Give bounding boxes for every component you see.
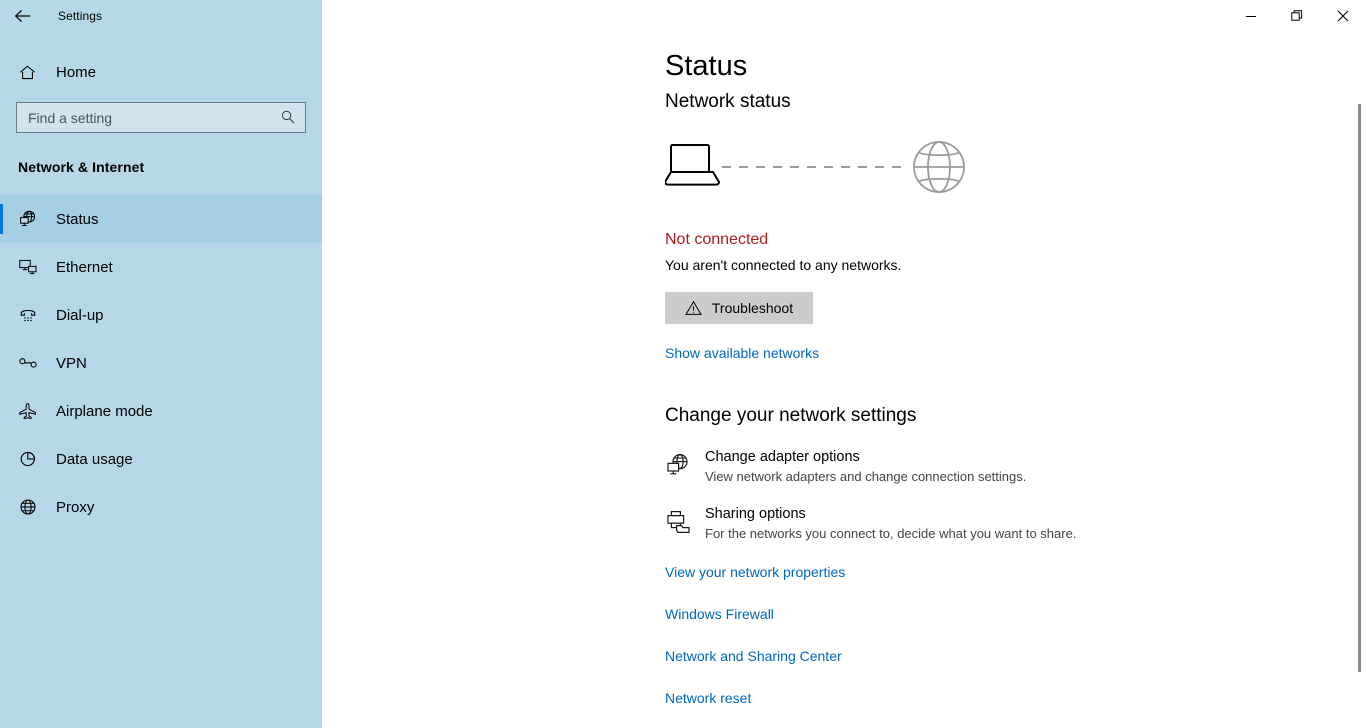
back-arrow-icon [14,9,30,23]
option-sharing-options[interactable]: Sharing options For the networks you con… [665,506,1366,541]
bottom-links: View your network properties Windows Fir… [665,564,1366,706]
content-inner: Status Network status Not connected You … [322,50,1366,706]
close-icon [1337,10,1349,22]
option-description: For the networks you connect to, decide … [705,526,1077,541]
globe-monitor-icon [18,209,44,229]
view-network-properties-link[interactable]: View your network properties [665,564,1366,580]
scrollbar-thumb[interactable] [1358,104,1361,672]
show-available-networks-link[interactable]: Show available networks [665,345,819,361]
sidebar-item-ethernet[interactable]: Ethernet [0,243,322,291]
search-icon[interactable] [280,109,296,130]
restore-icon [1291,10,1303,21]
ethernet-icon [18,257,44,277]
network-diagram [663,139,1366,201]
sidebar-label-dial-up: Dial-up [56,306,104,324]
sidebar-label-proxy: Proxy [56,498,95,516]
search-box[interactable] [16,102,306,133]
app-title: Settings [58,9,103,23]
sidebar-item-proxy[interactable]: Proxy [0,483,322,531]
sidebar-label-airplane-mode: Airplane mode [56,402,153,420]
sidebar-home-label: Home [56,63,97,81]
globe-icon [18,497,44,517]
laptop-icon [663,144,721,186]
close-button[interactable] [1320,0,1366,32]
back-button[interactable] [0,0,46,32]
search-container [0,92,322,133]
pie-chart-icon [18,449,44,469]
sidebar-label-data-usage: Data usage [56,450,133,468]
sidebar-nav: Status Ethernet Dial-up VPN Airplane mod… [0,195,322,531]
option-title: Sharing options [705,506,806,522]
home-icon [18,63,44,82]
page-title: Status [665,50,748,82]
connection-description: You aren't connected to any networks. [665,257,902,273]
option-title: Change adapter options [705,449,860,465]
sidebar-item-vpn[interactable]: VPN [0,339,322,387]
sidebar: Home Network & Internet [0,0,322,728]
minimize-button[interactable] [1228,0,1274,32]
sidebar-label-ethernet: Ethernet [56,258,113,276]
change-settings-heading: Change your network settings [665,405,917,426]
sidebar-item-home[interactable]: Home [0,52,322,92]
sidebar-category-title: Network & Internet [18,159,145,175]
option-change-adapter-options[interactable]: Change adapter options View network adap… [665,449,1366,484]
option-description: View network adapters and change connect… [705,469,1027,484]
sidebar-item-data-usage[interactable]: Data usage [0,435,322,483]
show-networks-row: Show available networks [665,345,1366,363]
network-status-heading: Network status [665,91,791,112]
minimize-icon [1246,16,1256,17]
sidebar-item-dial-up[interactable]: Dial-up [0,291,322,339]
option-text: Sharing options For the networks you con… [703,506,1076,541]
windows-firewall-link[interactable]: Windows Firewall [665,606,1366,622]
title-bar-left: Settings [0,0,322,32]
vpn-key-icon [18,353,44,373]
sidebar-item-airplane-mode[interactable]: Airplane mode [0,387,322,435]
connection-state: Not connected [665,231,769,248]
window-controls [322,0,1366,32]
dialup-phone-icon [18,305,44,325]
sidebar-item-status[interactable]: Status [0,195,322,243]
main-content: Status Network status Not connected You … [322,0,1366,728]
troubleshoot-button-label: Troubleshoot [711,300,794,316]
troubleshoot-button[interactable]: Troubleshoot [665,292,813,324]
airplane-icon [18,401,44,421]
globe-icon [913,141,965,193]
adapter-globe-monitor-icon [665,449,703,484]
option-text: Change adapter options View network adap… [703,449,1026,484]
settings-window: Home Network & Internet [0,0,1366,728]
network-sharing-center-link[interactable]: Network and Sharing Center [665,648,1366,664]
network-reset-link[interactable]: Network reset [665,690,1366,706]
warning-triangle-icon [685,300,702,316]
title-bar: Settings [0,0,1366,32]
search-input[interactable] [17,103,265,132]
sidebar-label-status: Status [56,210,99,228]
sharing-printer-folder-icon [665,506,703,541]
sidebar-label-vpn: VPN [56,354,87,372]
vertical-scrollbar[interactable] [1350,32,1366,728]
restore-button[interactable] [1274,0,1320,32]
